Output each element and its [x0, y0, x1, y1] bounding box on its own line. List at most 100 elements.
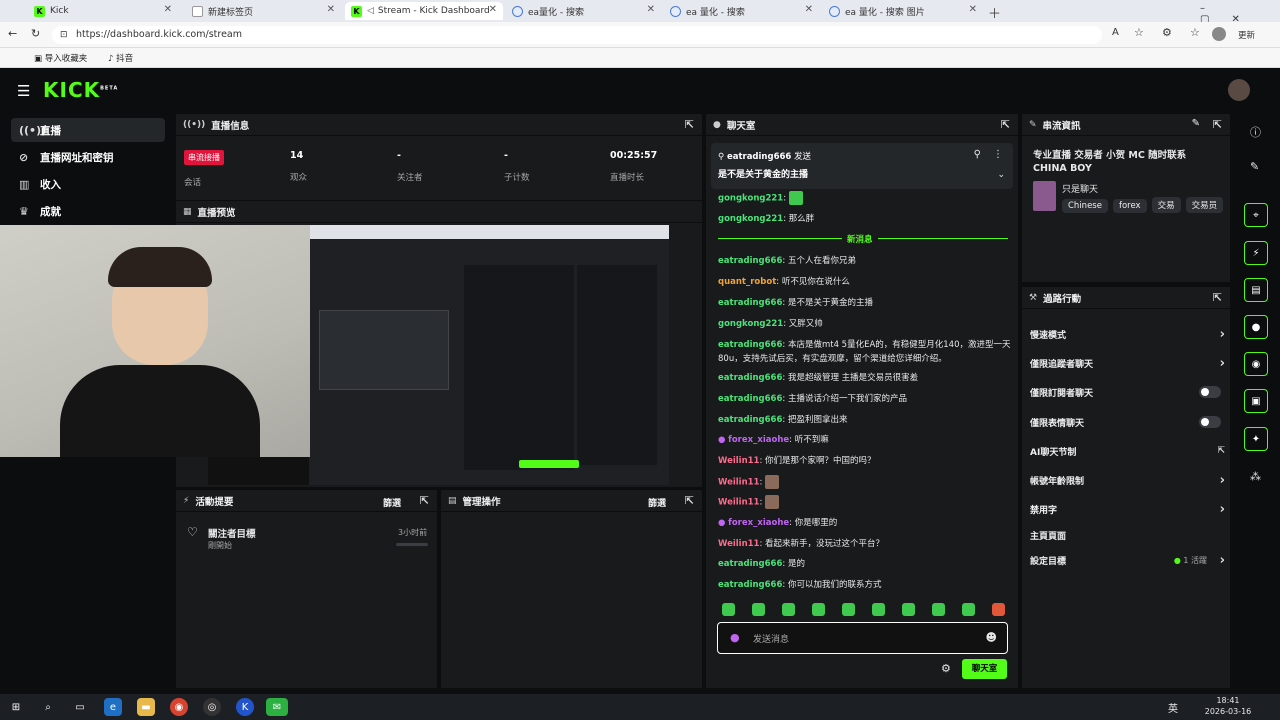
read-aloud-icon[interactable]: A: [1112, 27, 1119, 38]
emoji-icon[interactable]: ☻: [986, 631, 997, 644]
chat-username[interactable]: eatrading666: [718, 415, 782, 425]
browser-tab[interactable]: ea 量化 - 搜索 图片 ✕: [823, 2, 983, 20]
extensions-icon[interactable]: ⚙: [1162, 26, 1172, 39]
explorer-icon[interactable]: ▬: [137, 698, 155, 716]
chat-username[interactable]: Weilin11: [718, 456, 759, 466]
quick-action-item[interactable]: 禁用字 ›: [1030, 500, 1225, 518]
chat-username[interactable]: Weilin11: [718, 498, 759, 508]
star-icon[interactable]: ☆: [1134, 26, 1144, 39]
quick-action-item[interactable]: 慢速模式 ›: [1030, 325, 1225, 343]
new-tab-icon[interactable]: ＋: [988, 3, 1001, 22]
chat-username[interactable]: gongkong221: [718, 194, 783, 204]
search-icon[interactable]: ⌕: [39, 698, 57, 716]
wechat-icon[interactable]: ✉: [266, 698, 288, 716]
browser-tab[interactable]: K Kick ✕: [28, 2, 178, 20]
toggle-switch[interactable]: [1199, 386, 1221, 398]
layout-icon[interactable]: ⁂: [1250, 470, 1261, 483]
clipboard-icon[interactable]: ▤: [1244, 278, 1268, 302]
windows-start-icon[interactable]: ⊞: [7, 698, 25, 716]
more-icon[interactable]: ⋮: [993, 149, 1003, 160]
filter-button[interactable]: 篩選: [383, 496, 401, 509]
chat-username[interactable]: eatrading666: [718, 580, 782, 590]
browser-tab[interactable]: ea 量化 - 搜索 ✕: [664, 2, 819, 20]
filter-button[interactable]: 篩選: [648, 496, 666, 509]
browser-tab-active[interactable]: K ◁ Stream - Kick Dashboard ✕: [345, 2, 503, 20]
update-label[interactable]: 更新: [1238, 29, 1255, 41]
pinned-message[interactable]: ⚲ eatrading666 发送 是不是关于黄金的主播 ⚲ ⋮ ⌄: [711, 143, 1013, 189]
camera-icon[interactable]: ⌖: [1244, 203, 1268, 227]
back-icon[interactable]: ←: [8, 27, 17, 40]
chat-settings-icon[interactable]: ⚙: [941, 662, 951, 675]
close-icon[interactable]: ✕: [969, 4, 977, 15]
chrome-icon[interactable]: ◉: [170, 698, 188, 716]
popout-icon[interactable]: ⇱: [685, 494, 694, 507]
user-avatar[interactable]: [1228, 79, 1250, 101]
menu-icon[interactable]: ☰: [17, 82, 30, 100]
edit-icon[interactable]: ✎: [1192, 118, 1200, 129]
quick-action-item[interactable]: 僅限追蹤者聊天 ›: [1030, 354, 1225, 372]
popout-icon[interactable]: ⇱: [1213, 118, 1222, 131]
emote-button[interactable]: [842, 603, 855, 616]
emote-button[interactable]: [992, 603, 1005, 616]
quick-action-item[interactable]: AI聊天节制 ⇱: [1030, 442, 1225, 460]
close-icon[interactable]: ✕: [805, 4, 813, 15]
browser-tab[interactable]: 新建标签页 ✕: [186, 2, 341, 20]
browser-tab[interactable]: ea量化 - 搜索 ✕: [506, 2, 661, 20]
info-icon[interactable]: ⓘ: [1250, 124, 1261, 140]
sidebar-item-stream-key[interactable]: ⊘ 直播网址和密钥: [11, 145, 165, 169]
toggle-switch[interactable]: [1199, 416, 1221, 428]
chevron-down-icon[interactable]: ⌄: [997, 170, 1005, 180]
close-icon[interactable]: ✕: [647, 4, 655, 15]
quick-action-item[interactable]: 帳號年齡限制 ›: [1030, 471, 1225, 489]
popout-icon[interactable]: ⇱: [420, 494, 429, 507]
chat-username[interactable]: eatrading666: [718, 340, 782, 350]
chat-username[interactable]: eatrading666: [718, 559, 782, 569]
emote-button[interactable]: [902, 603, 915, 616]
wrench-icon[interactable]: ✦: [1244, 427, 1268, 451]
chat-username[interactable]: Weilin11: [718, 539, 759, 549]
app-k-icon[interactable]: K: [236, 698, 254, 716]
quick-action-item[interactable]: 主頁頁面: [1030, 526, 1225, 544]
popout-icon[interactable]: ⇱: [685, 118, 694, 131]
close-icon[interactable]: ✕: [489, 4, 497, 15]
monitor-icon[interactable]: ▣: [1244, 389, 1268, 413]
sidebar-item-achievements[interactable]: ♛ 成就: [11, 199, 165, 223]
chat-username[interactable]: Weilin11: [718, 478, 759, 488]
close-icon[interactable]: ✕: [327, 4, 335, 15]
url-field[interactable]: ⊡ https://dashboard.kick.com/stream: [52, 26, 1102, 44]
emote-button[interactable]: [752, 603, 765, 616]
chat-username[interactable]: eatrading666: [718, 394, 782, 404]
chat-username[interactable]: forex_xiaohe: [728, 435, 789, 445]
chat-username[interactable]: eatrading666: [718, 373, 782, 383]
close-icon[interactable]: ✕: [164, 4, 172, 15]
emote-button[interactable]: [812, 603, 825, 616]
emote-button[interactable]: [962, 603, 975, 616]
ime-indicator[interactable]: 英: [1168, 700, 1178, 715]
chat-username[interactable]: forex_xiaohe: [728, 518, 789, 528]
unpin-icon[interactable]: ⚲: [974, 149, 981, 160]
quick-action-item[interactable]: 僅限表情聊天: [1030, 413, 1225, 431]
emote-button[interactable]: [932, 603, 945, 616]
quick-action-item[interactable]: 設定目標 ● 1 活躍 ›: [1030, 551, 1225, 569]
quick-action-item[interactable]: 僅限訂閱者聊天: [1030, 383, 1225, 401]
favorites-icon[interactable]: ☆: [1190, 26, 1200, 39]
popout-icon[interactable]: ⇱: [1001, 118, 1010, 131]
sidebar-item-revenue[interactable]: ▥ 收入: [11, 172, 165, 196]
refresh-icon[interactable]: ↻: [31, 27, 40, 40]
import-favorites-bookmark[interactable]: ▣ 导入收藏夹: [34, 52, 87, 64]
chat-username[interactable]: gongkong221: [718, 319, 783, 329]
broadcast-icon[interactable]: ◉: [1244, 352, 1268, 376]
chat-username[interactable]: eatrading666: [718, 256, 782, 266]
chat-username[interactable]: gongkong221: [718, 214, 783, 224]
clock[interactable]: 18:41 2026-03-16: [1200, 695, 1256, 717]
chat-bubble-icon[interactable]: ●: [1244, 315, 1268, 339]
edit-icon[interactable]: ✎: [1250, 160, 1259, 173]
emote-button[interactable]: [722, 603, 735, 616]
chat-username[interactable]: eatrading666: [718, 298, 782, 308]
kick-logo[interactable]: KICKBETA: [43, 78, 118, 102]
chat-username[interactable]: quant_robot: [718, 277, 776, 287]
lightning-icon[interactable]: ⚡: [1244, 241, 1268, 265]
send-chat-button[interactable]: 聊天室: [962, 659, 1007, 679]
douyin-bookmark[interactable]: ♪ 抖音: [108, 52, 133, 64]
obs-icon[interactable]: ◎: [203, 698, 221, 716]
